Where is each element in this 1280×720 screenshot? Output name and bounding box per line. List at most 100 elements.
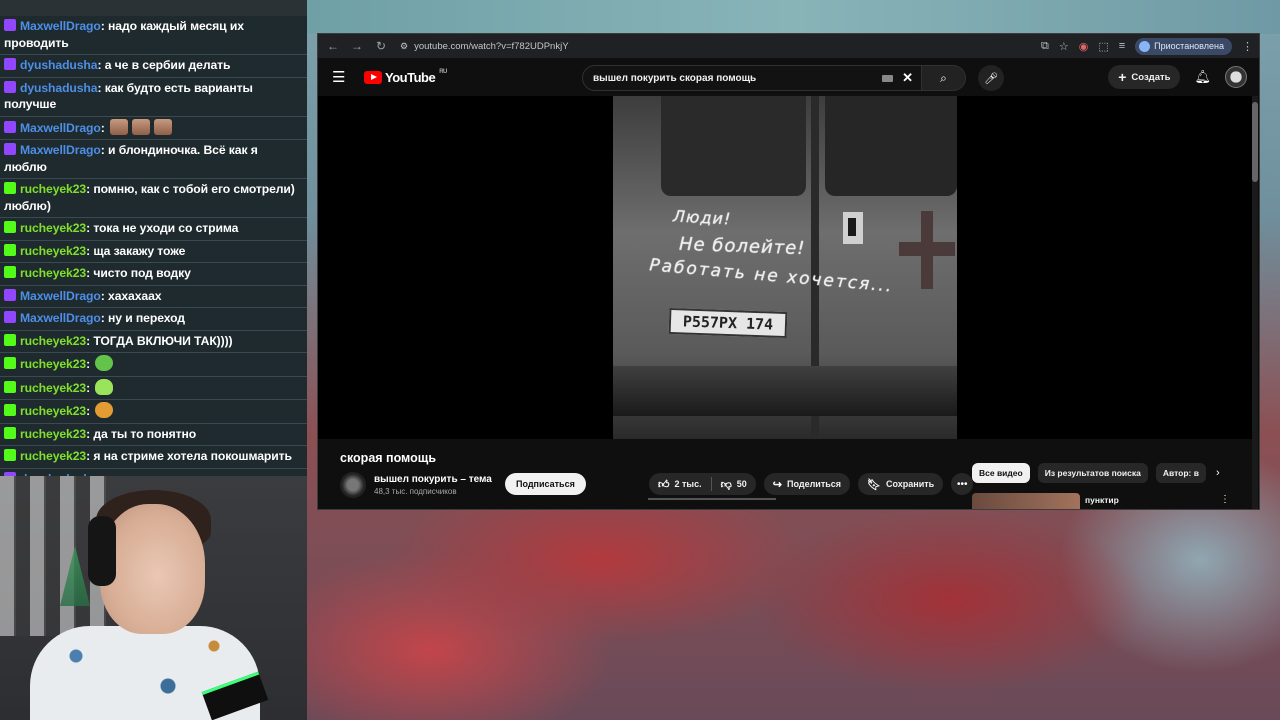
youtube-logo-text: YouTube — [385, 69, 436, 85]
notifications-bell-icon[interactable]: 🔔︎ — [1194, 69, 1211, 85]
chat-emote-icon — [95, 402, 114, 418]
video-frame: Люди! Не болейте! Работать не хочется...… — [613, 96, 957, 439]
van-window-right — [825, 96, 957, 196]
subscribe-button[interactable]: Подписаться — [505, 473, 586, 495]
share-button[interactable]: ↪ Поделиться — [763, 473, 851, 495]
profile-button[interactable]: Приостановлена — [1135, 37, 1232, 55]
red-cross-horizontal — [899, 242, 955, 256]
twitch-badge-icon — [4, 120, 16, 133]
url-field[interactable]: ⚙ youtube.com/watch?v=f782UDPnkjY — [396, 36, 1035, 56]
chat-username[interactable]: rucheyek23 — [20, 357, 86, 371]
chat-message-text: чисто под водку — [93, 266, 191, 280]
stream-chat: MaxwellDrago: надо каждый месяц их прово… — [0, 0, 307, 476]
chat-message-list: MaxwellDrago: надо каждый месяц их прово… — [0, 16, 307, 476]
chat-emote-icon — [95, 355, 114, 371]
headphones — [88, 516, 116, 586]
create-button[interactable]: + Создать — [1108, 65, 1181, 89]
site-info-icon[interactable]: ⚙ — [400, 41, 408, 52]
video-player[interactable]: Люди! Не болейте! Работать не хочется...… — [318, 96, 1252, 439]
chevron-right-icon[interactable]: › — [1216, 467, 1220, 479]
more-actions-icon[interactable]: ••• — [951, 473, 974, 495]
van-window-left — [661, 96, 806, 196]
extensions-puzzle-icon[interactable]: ⬚ — [1098, 40, 1108, 53]
channel-avatar[interactable] — [340, 472, 366, 498]
channel-name[interactable]: вышел покурить – тема — [374, 474, 492, 485]
menu-icon[interactable]: ☰ — [332, 68, 356, 86]
chat-separator: : — [86, 380, 94, 395]
chip-author[interactable]: Автор: в — [1155, 463, 1206, 483]
twitch-badge-icon — [4, 288, 16, 301]
chat-message: rucheyek23: ТОГДА ВКЛЮЧИ ТАК)))) — [0, 330, 307, 353]
chat-username[interactable]: MaxwellDrago — [20, 311, 101, 325]
subscriber-count: 48,3 тыс. подписчиков — [374, 487, 457, 496]
chat-username[interactable]: MaxwellDrago — [20, 143, 101, 157]
share-arrow-icon: ↪ — [772, 478, 783, 491]
chat-username[interactable]: MaxwellDrago — [20, 289, 101, 303]
recommended-more-icon[interactable]: ⋮ — [1220, 494, 1230, 505]
reload-icon[interactable]: ↻ — [372, 37, 390, 55]
save-label: Сохранить — [886, 479, 935, 489]
thumbs-up-icon: 👍︎ — [658, 478, 670, 491]
chip-all-videos[interactable]: Все видео — [972, 463, 1030, 483]
chat-message: dyushadusha: о это я донил — [0, 468, 307, 476]
thumbs-down-icon: 👎︎ — [720, 478, 732, 491]
chat-message-text: да ты то понятно — [93, 426, 197, 441]
forward-icon[interactable]: → — [348, 37, 366, 55]
account-avatar[interactable] — [1225, 66, 1247, 88]
chat-username[interactable]: MaxwellDrago — [20, 121, 101, 135]
chat-separator: : — [97, 80, 105, 95]
chat-username[interactable]: rucheyek23 — [20, 244, 86, 258]
chat-username[interactable]: rucheyek23 — [20, 334, 86, 348]
chat-username[interactable]: dyushadusha — [20, 58, 98, 72]
recommended-video-thumbnail[interactable] — [972, 493, 1080, 509]
chat-message: MaxwellDrago: ну и переход — [0, 308, 307, 331]
chat-username[interactable]: rucheyek23 — [20, 182, 86, 196]
like-button[interactable]: 👍︎ 2 тыс. — [649, 478, 711, 491]
voice-search-button[interactable]: 🎤︎ — [978, 65, 1004, 91]
chat-separator: : — [100, 288, 109, 303]
plus-icon: + — [1118, 69, 1127, 85]
youtube-header: ☰ YouTube RU вышел покурить скорая помощ… — [318, 58, 1259, 96]
youtube-logo[interactable]: YouTube RU — [364, 69, 447, 85]
keyboard-icon[interactable] — [882, 75, 894, 82]
search-button[interactable]: ⌕ — [922, 65, 966, 91]
kick-badge-icon — [4, 243, 16, 256]
chat-message: rucheyek23: да ты то понятно — [0, 423, 307, 446]
browser-menu-icon[interactable]: ⋮ — [1242, 40, 1253, 53]
chat-separator: : — [86, 357, 94, 371]
reading-list-icon[interactable]: ≡ — [1119, 40, 1125, 52]
extension-icon[interactable]: ◉ — [1079, 40, 1089, 53]
twitch-badge-icon — [4, 80, 16, 93]
chat-username[interactable]: rucheyek23 — [20, 221, 86, 235]
video-actions: 👍︎ 2 тыс. 👎︎ 50 ↪ Поделиться 🔖︎ Сохранит… — [649, 473, 974, 495]
clear-search-icon[interactable]: ✕ — [902, 70, 913, 85]
back-icon[interactable]: ← — [324, 37, 342, 55]
chat-username[interactable]: rucheyek23 — [20, 449, 86, 463]
chat-username[interactable]: dyushadusha — [20, 81, 98, 95]
kick-badge-icon — [4, 426, 16, 439]
recommended-video-title[interactable]: пунктир — [1085, 495, 1119, 505]
chat-username[interactable]: rucheyek23 — [20, 381, 86, 395]
page-scroll-thumb[interactable] — [1252, 102, 1258, 182]
bookmark-star-icon[interactable]: ☆ — [1059, 40, 1069, 53]
chip-from-search[interactable]: Из результатов поиска — [1037, 463, 1148, 483]
chat-username[interactable]: MaxwellDrago — [20, 19, 101, 33]
search-input[interactable]: вышел покурить скорая помощь ✕ — [582, 65, 922, 91]
chat-message: rucheyek23: чисто под водку — [0, 263, 307, 286]
graffiti-line-1: Люди! — [672, 206, 732, 229]
license-plate: Р557РХ 174 — [668, 307, 788, 339]
chat-message: rucheyek23: — [0, 353, 307, 377]
bookmark-icon: 🔖︎ — [867, 478, 881, 491]
dislike-button[interactable]: 👎︎ 50 — [712, 478, 756, 491]
chat-username[interactable]: rucheyek23 — [20, 266, 86, 280]
chat-separator: : — [100, 311, 109, 325]
chat-username[interactable]: rucheyek23 — [20, 427, 86, 441]
chat-separator: : — [100, 19, 109, 33]
chat-username[interactable]: rucheyek23 — [20, 404, 86, 418]
install-app-icon[interactable]: ⧉ — [1041, 40, 1049, 53]
kick-badge-icon — [4, 449, 16, 461]
twitch-badge-icon — [4, 143, 16, 155]
chat-message: rucheyek23: тока не уходи со стрима — [0, 218, 307, 241]
kick-badge-icon — [4, 182, 16, 194]
save-button[interactable]: 🔖︎ Сохранить — [858, 473, 944, 495]
